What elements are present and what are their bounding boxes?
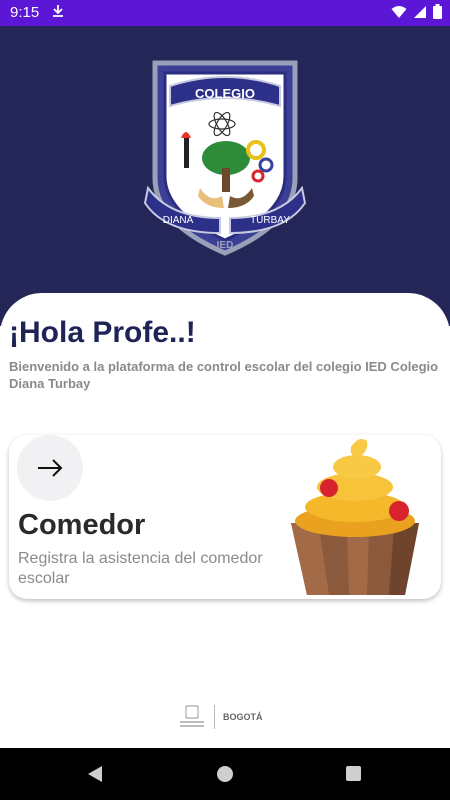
- status-bar: 9:15: [0, 0, 450, 26]
- download-icon: [52, 4, 64, 21]
- card-title: Comedor: [18, 509, 146, 541]
- crest-left-text: DIANA: [163, 215, 194, 226]
- crest-top-text: COLEGIO: [195, 86, 255, 101]
- arrow-button[interactable]: [17, 435, 83, 501]
- school-crest-logo: COLEGIO DIANA TURBAY IED: [143, 60, 307, 256]
- back-icon[interactable]: [86, 765, 104, 783]
- arrow-right-icon: [38, 459, 63, 477]
- crest-bottom-text: IED: [217, 240, 234, 251]
- home-icon[interactable]: [217, 766, 233, 782]
- alcaldia-logo: [180, 705, 204, 727]
- bogota-logo: BOGOTÁ: [223, 712, 263, 722]
- greeting-subtitle: Bienvenido a la plataforma de control es…: [9, 359, 439, 391]
- recent-apps-icon[interactable]: [346, 766, 361, 781]
- signal-icon: [413, 5, 427, 24]
- comedor-card[interactable]: Comedor Registra la asistencia del comed…: [9, 435, 441, 599]
- system-nav-bar: [0, 748, 450, 800]
- footer-logos: BOGOTÁ: [178, 702, 273, 732]
- crest-right-text: TURBAY: [250, 215, 290, 226]
- status-time: 9:15: [10, 4, 40, 21]
- greeting-title: ¡Hola Profe..!: [9, 316, 196, 349]
- battery-icon: [433, 4, 442, 24]
- logo-divider: [214, 705, 215, 729]
- wifi-icon: [391, 5, 407, 24]
- card-description: Registra la asistencia del comedor escol…: [18, 550, 263, 587]
- cupcake-icon: [291, 439, 419, 595]
